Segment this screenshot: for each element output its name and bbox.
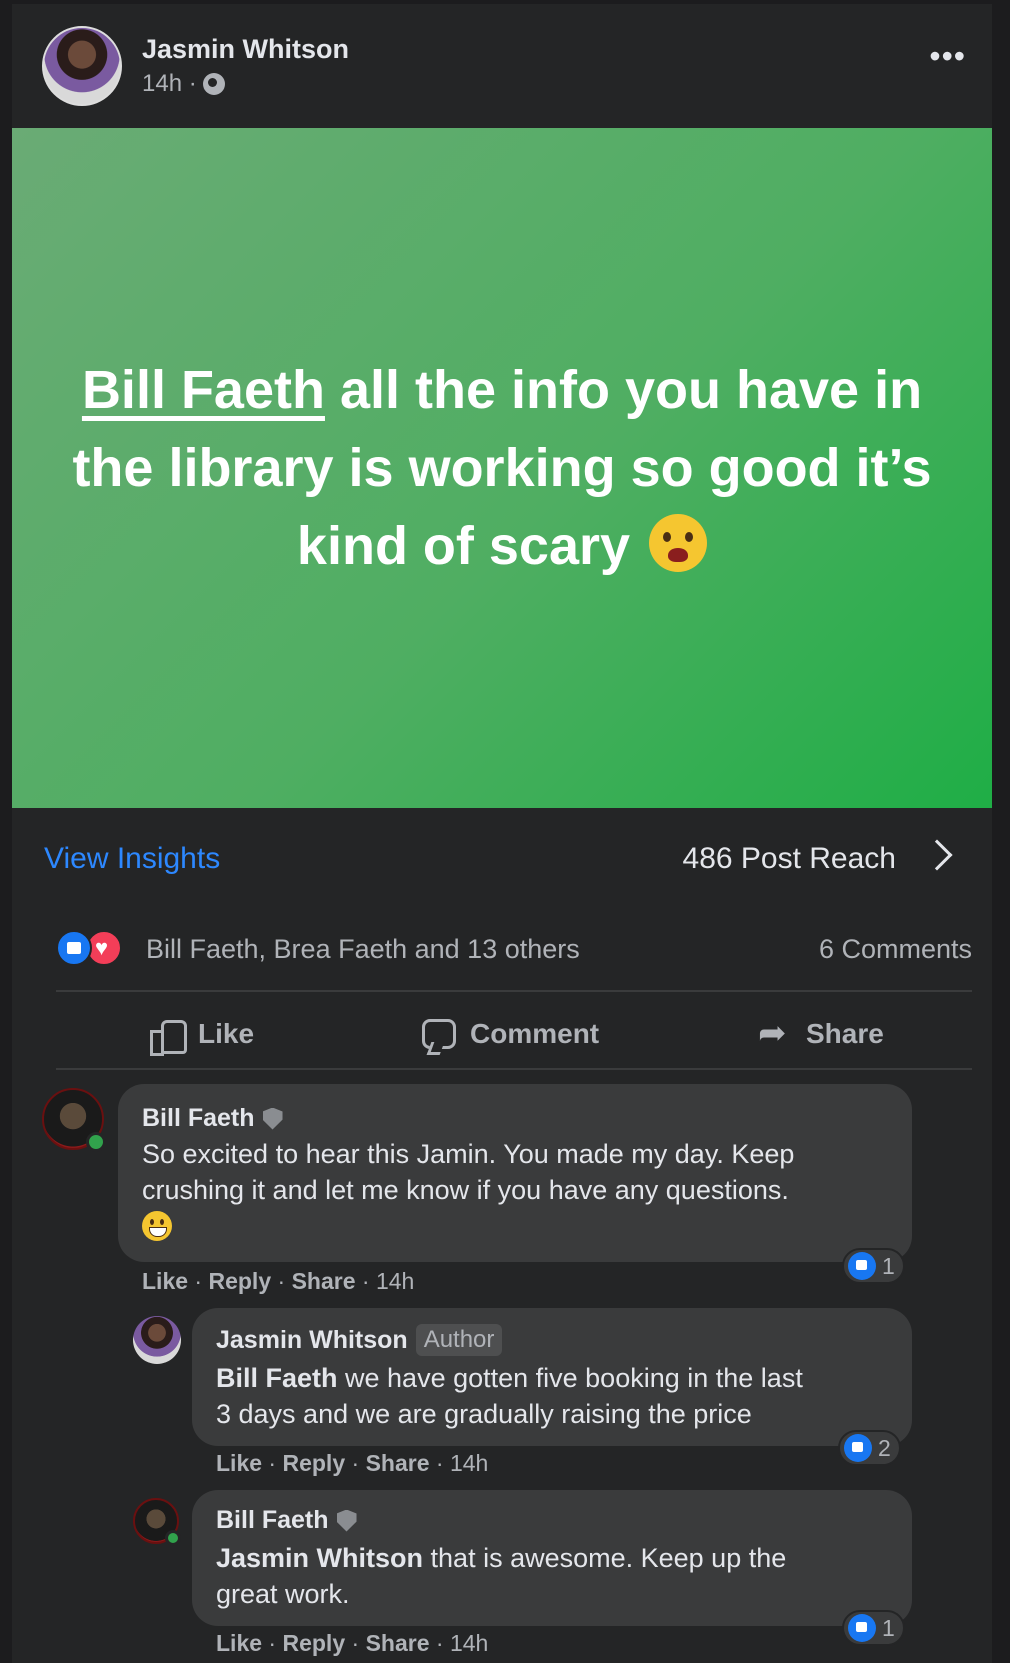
share-button[interactable]: Share (758, 1013, 884, 1053)
reaction-count: 1 (882, 1252, 895, 1279)
online-status-dot (86, 1132, 106, 1152)
comment-line: crushing it and let me know if you have … (142, 1175, 789, 1205)
post-text: Bill Faeth all the info you have in the … (62, 351, 942, 585)
share-label: Share (806, 1018, 884, 1049)
post-card: Jasmin Whitson 14h · ••• Bill Faeth all … (12, 4, 992, 1663)
insights-row: View Insights 486 Post Reach (44, 836, 964, 880)
comment-reaction-pill[interactable]: 1 (842, 1610, 905, 1646)
post-meta: 14h · (142, 70, 225, 98)
scared-emoji-icon (649, 514, 708, 572)
author-name[interactable]: Jasmin Whitson (142, 34, 349, 65)
commenter-avatar[interactable] (133, 1316, 181, 1364)
comment-line: we have gotten five booking in the last (337, 1363, 803, 1393)
comment-time[interactable]: 14h (450, 1450, 488, 1476)
post-background: Bill Faeth all the info you have in the … (12, 128, 992, 808)
comment-button[interactable]: Comment (422, 1018, 599, 1050)
comment-share-link[interactable]: Share (292, 1268, 356, 1294)
shield-icon (336, 1509, 357, 1532)
action-row: Like Comment Share (56, 1008, 972, 1064)
comment-author-name[interactable]: Jasmin Whitson (216, 1326, 408, 1355)
mini-like-icon (848, 1614, 876, 1642)
comment-author[interactable]: Jasmin Whitson Author (216, 1324, 503, 1356)
comment-line: So excited to hear this Jamin. You made … (142, 1139, 795, 1169)
comment-author-name[interactable]: Bill Faeth (216, 1506, 329, 1535)
post-reach[interactable]: 486 Post Reach (683, 842, 896, 876)
comment-actions: Like · Reply · Share · 14h (142, 1268, 415, 1294)
online-status-dot (165, 1530, 181, 1546)
comment-like-link[interactable]: Like (216, 1630, 262, 1656)
comment-line: great work. (216, 1579, 350, 1609)
comment-share-link[interactable]: Share (366, 1630, 430, 1656)
more-options-icon[interactable]: ••• (929, 40, 966, 72)
comment-time[interactable]: 14h (376, 1268, 414, 1294)
comment-reaction-pill[interactable]: 2 (838, 1430, 901, 1466)
comment-mention[interactable]: Jasmin Whitson (216, 1543, 423, 1573)
comment-text: So excited to hear this Jamin. You made … (142, 1136, 902, 1244)
divider (56, 990, 972, 992)
author-badge: Author (415, 1324, 503, 1356)
comment-label: Comment (470, 1018, 600, 1049)
comment-bubble-icon (422, 1019, 456, 1049)
comment-mention[interactable]: Bill Faeth (216, 1363, 338, 1393)
comment-reply-link[interactable]: Reply (282, 1630, 345, 1656)
divider (56, 1068, 972, 1070)
like-label: Like (198, 1018, 255, 1049)
grin-emoji-icon (142, 1211, 172, 1241)
comment-author[interactable]: Bill Faeth (216, 1506, 357, 1535)
reaction-count: 1 (882, 1614, 895, 1641)
comment-text: Jasmin Whitson that is awesome. Keep up … (216, 1540, 896, 1612)
comments-count[interactable]: 6 Comments (819, 934, 972, 965)
comment-actions: Like · Reply · Share · 14h (216, 1630, 489, 1656)
comment-like-link[interactable]: Like (142, 1268, 188, 1294)
comment-line: 3 days and we are gradually raising the … (216, 1399, 752, 1429)
reactors-summary[interactable]: Bill Faeth, Brea Faeth and 13 others (146, 934, 580, 965)
view-insights-link[interactable]: View Insights (44, 842, 220, 876)
comment-author[interactable]: Bill Faeth (142, 1104, 283, 1133)
comment-line: that is awesome. Keep up the (423, 1543, 787, 1573)
like-button[interactable]: Like (150, 1018, 255, 1056)
comment-share-link[interactable]: Share (366, 1450, 430, 1476)
comment-text: Bill Faeth we have gotten five booking i… (216, 1360, 896, 1432)
globe-icon (202, 73, 225, 95)
mini-like-icon (844, 1434, 872, 1462)
like-reaction-icon (56, 930, 92, 966)
thumb-up-icon (150, 1018, 187, 1056)
chevron-right-icon[interactable] (921, 839, 953, 871)
shield-icon (262, 1107, 283, 1130)
comment-author-name[interactable]: Bill Faeth (142, 1104, 255, 1133)
mini-like-icon (848, 1252, 876, 1280)
comment-like-link[interactable]: Like (216, 1450, 262, 1476)
reaction-count: 2 (878, 1434, 891, 1461)
post-mention[interactable]: Bill Faeth (82, 360, 325, 420)
comment-actions: Like · Reply · Share · 14h (216, 1450, 489, 1476)
comment-reply-link[interactable]: Reply (208, 1268, 271, 1294)
reactions-row: Bill Faeth, Brea Faeth and 13 others 6 C… (56, 928, 972, 972)
post-header: Jasmin Whitson 14h · ••• (42, 26, 982, 116)
comment-reaction-pill[interactable]: 1 (842, 1248, 905, 1284)
post-time[interactable]: 14h · (142, 70, 197, 98)
author-avatar[interactable] (42, 26, 122, 106)
share-arrow-icon (758, 1013, 792, 1053)
comment-reply-link[interactable]: Reply (282, 1450, 345, 1476)
comment-time[interactable]: 14h (450, 1630, 488, 1656)
